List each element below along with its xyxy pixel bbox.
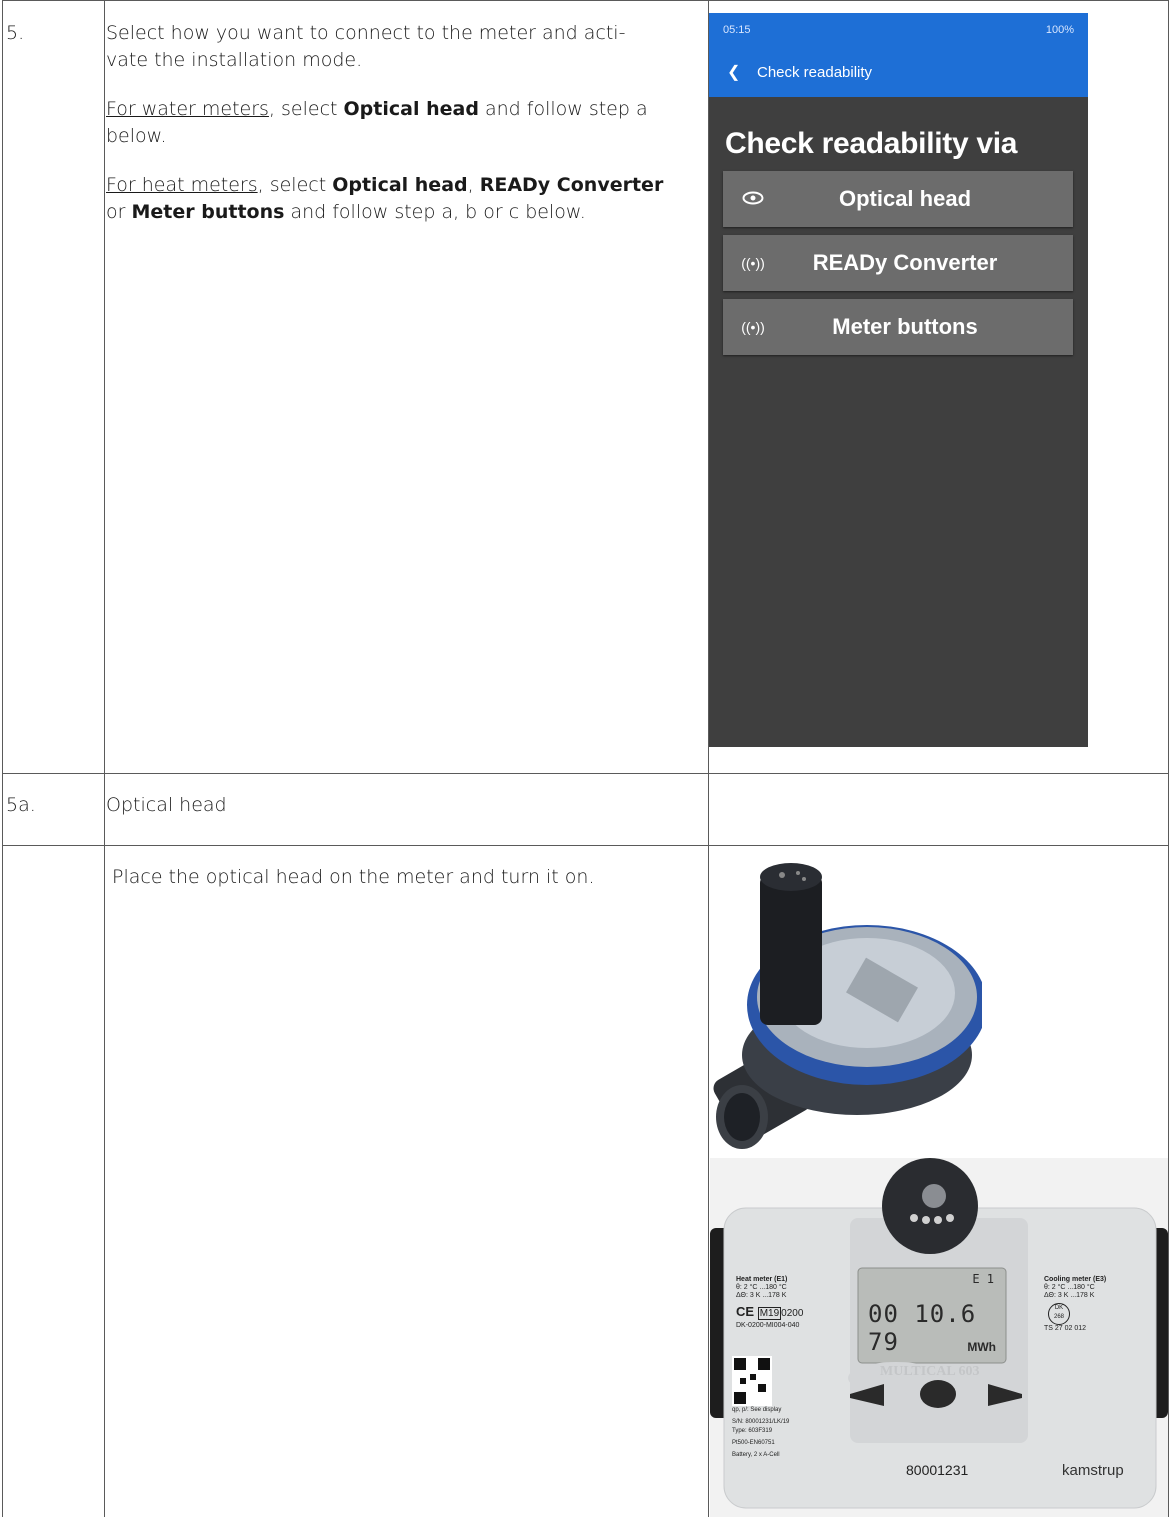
ready-converter-label: READy Converter	[812, 250, 998, 275]
sensor-text: Pt500-EN60751	[732, 1440, 775, 1446]
radio-waves-icon: ((•))	[741, 319, 765, 335]
display-unit: MWh	[967, 1340, 996, 1354]
heat-meter-title: Heat meter (E1)	[736, 1276, 788, 1283]
radio-waves-icon: ((•))	[741, 255, 765, 271]
cooling-meter-label: Cooling meter (E3) θ: 2 °C ...180 °C ΔΘ:…	[1044, 1276, 1106, 1333]
model-name: MULTICAL 603	[880, 1364, 980, 1379]
heat-meter-instruction: For heat meters, select Optical head, RE…	[106, 172, 696, 199]
table-border-right	[1168, 0, 1169, 1517]
water-mid: , select	[268, 98, 344, 120]
heat-option-2: READy Converter	[479, 174, 664, 196]
cooling-meter-title: Cooling meter (E3)	[1044, 1276, 1107, 1283]
heat-mid: , select	[257, 174, 333, 196]
table-col-divider-1	[104, 0, 105, 1517]
m-mark: M19	[757, 1307, 782, 1320]
place-instruction: Place the optical head on the meter and …	[112, 866, 595, 888]
water-option: Optical head	[343, 98, 479, 120]
heat-meter-left-label: Heat meter (E1) θ: 2 °C ...180 °C ΔΘ: 3 …	[736, 1276, 803, 1330]
table-border-left	[2, 0, 3, 1517]
meter-buttons-button[interactable]: ((•)) Meter buttons	[723, 299, 1073, 355]
app-bar: ❮ Check readability	[709, 47, 1088, 97]
display-e: E 1	[972, 1272, 994, 1286]
heat-meter-diff: ΔΘ: 3 K ...178 K	[736, 1292, 787, 1299]
sn-text: S/N: 80001231/LK/19	[732, 1419, 790, 1425]
heat-option-3: Meter buttons	[131, 201, 285, 223]
step-5-text: Select how you want to connect to the me…	[106, 20, 696, 226]
optical-head-button[interactable]: Optical head	[723, 171, 1073, 227]
heat-option-1: Optical head	[332, 174, 468, 196]
dk-number: 268	[1053, 1314, 1064, 1320]
intro-line-1: Select how you want to connect to the me…	[106, 22, 626, 44]
lcd-display: E 1 00 10.6 79 MWh	[860, 1270, 1004, 1360]
heat-meter-line-2: or Meter buttons and follow step a, b or…	[106, 199, 696, 226]
cooling-meter-diff: ΔΘ: 3 K ...178 K	[1044, 1292, 1095, 1299]
table-row-divider-2	[2, 845, 1169, 846]
m-number: 0200	[781, 1308, 804, 1319]
heat-meter-temp: θ: 2 °C ...180 °C	[736, 1284, 787, 1291]
cooling-meter-temp: θ: 2 °C ...180 °C	[1044, 1284, 1095, 1291]
heat-sep: ,	[467, 174, 480, 196]
optical-head-label: Optical head	[838, 186, 972, 211]
heat-meters-underlined: For heat meters	[106, 174, 258, 196]
step-5a-number: 5a.	[6, 794, 36, 816]
ce-mark: CE	[736, 1304, 755, 1319]
back-arrow-icon[interactable]: ❮	[727, 62, 757, 82]
dk-mark: DK 268	[1048, 1303, 1070, 1325]
water-tail: and follow step a	[478, 98, 648, 120]
water-tail-2: below.	[106, 125, 167, 147]
step-5a-title: Optical head	[106, 794, 227, 816]
ts-number: TS 27 02 012	[1044, 1325, 1087, 1332]
battery-indicator: 100%	[1045, 24, 1074, 36]
dk-text: DK	[1054, 1305, 1064, 1311]
table-border-top	[2, 0, 1169, 1]
table-row-divider-1	[2, 773, 1169, 774]
type-text: Type: 603F319	[732, 1428, 773, 1434]
heat-tail: and follow step a, b or c below.	[284, 201, 586, 223]
status-time: 05:15	[723, 24, 751, 36]
ready-converter-button[interactable]: ((•)) READy Converter	[723, 235, 1073, 291]
eye-icon	[723, 191, 783, 208]
heat-meter-photo: Heat meter (E1) θ: 2 °C ...180 °C ΔΘ: 3 …	[710, 1158, 1168, 1517]
battery-text: Battery, 2 x A-Cell	[732, 1452, 780, 1458]
brand-logo: kamstrup	[1062, 1462, 1124, 1479]
approval-number: DK-0200-MI004-040	[736, 1322, 800, 1329]
app-bar-title: Check readability	[757, 63, 873, 81]
screen-heading: Check readability via	[725, 127, 1018, 160]
serial-number-large: 80001231	[906, 1462, 969, 1478]
ce-mark-row: CE M19 0200	[736, 1304, 803, 1322]
water-meters-underlined: For water meters	[106, 98, 269, 120]
intro-line-2: vate the installation mode.	[106, 49, 363, 71]
water-meter-photo	[713, 863, 982, 1149]
meter-spec-block: qp, p/: See display S/N: 80001231/LK/19 …	[732, 1406, 789, 1460]
step-number: 5.	[6, 22, 25, 44]
meter-buttons-label: Meter buttons	[832, 314, 978, 339]
heat-or: or	[106, 201, 132, 223]
optical-head	[760, 863, 822, 1025]
status-bar: 05:15 100%	[709, 13, 1088, 47]
water-meter-instruction: For water meters, select Optical head an…	[106, 96, 696, 123]
phone-screenshot: 05:15 100% ❮ Check readability Check rea…	[709, 13, 1088, 747]
qp-text: qp, p/: See display	[732, 1407, 782, 1413]
